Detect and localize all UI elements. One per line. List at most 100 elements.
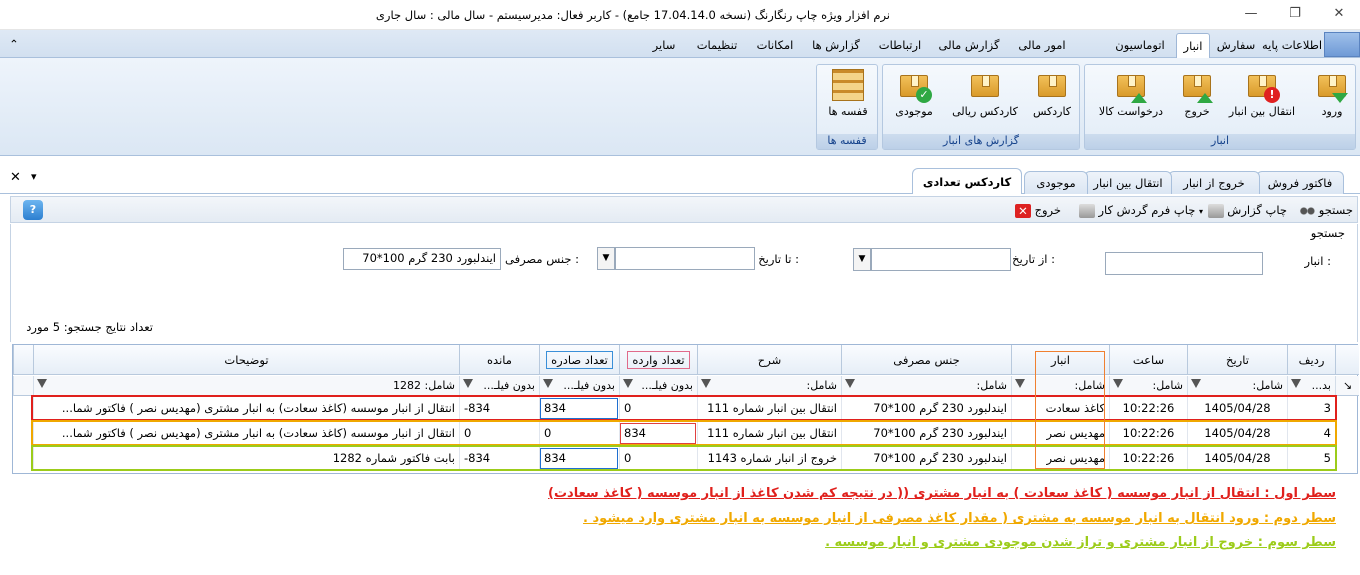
filter-icon[interactable] bbox=[623, 379, 633, 388]
filter-icon[interactable] bbox=[463, 379, 473, 388]
warehouse-label: انبار : bbox=[1304, 254, 1331, 268]
ribbon: ورود ! انتقال بین انبار خروج درخواست کال… bbox=[0, 58, 1360, 156]
close-tab-icon[interactable]: ✕ bbox=[10, 170, 21, 185]
row-highlight-box bbox=[31, 445, 1337, 471]
col-header-date[interactable]: تاریخ bbox=[1187, 345, 1287, 375]
tab-sales-invoice[interactable]: فاکتور فروش bbox=[1256, 171, 1344, 194]
filter-icon[interactable] bbox=[1291, 379, 1301, 388]
filter-label: شامل: bbox=[976, 379, 1008, 392]
search-label: جستجو bbox=[1318, 203, 1353, 217]
search-caption: جستجو bbox=[1310, 226, 1345, 240]
tab-warehouse-exit[interactable]: خروج از انبار bbox=[1168, 171, 1260, 194]
tab-menu-icon[interactable]: ▾ bbox=[31, 170, 37, 183]
col-header-description[interactable]: شرح bbox=[697, 345, 841, 375]
restore-button[interactable]: ❐ bbox=[1280, 4, 1310, 24]
menu-tab-settings[interactable]: تنظیمات bbox=[690, 33, 744, 58]
stock-button[interactable]: ✓ موجودی bbox=[889, 69, 939, 118]
minimize-button[interactable]: — bbox=[1236, 4, 1266, 24]
menu-tab-communications[interactable]: ارتباطات bbox=[872, 33, 928, 58]
shelves-label: قفسه ها bbox=[828, 105, 868, 118]
col-header-out-qty[interactable]: تعداد صادره bbox=[539, 345, 619, 375]
to-date-dropdown-icon[interactable]: ▼ bbox=[597, 247, 615, 270]
request-goods-button[interactable]: درخواست کالا bbox=[1089, 69, 1173, 118]
print-form-button[interactable]: چاپ فرم گردش کار ▾ bbox=[1076, 201, 1203, 219]
filter-icon[interactable] bbox=[1113, 379, 1123, 388]
material-input[interactable]: ایندلبورد 230 گرم 100*70 bbox=[343, 248, 501, 270]
search-button[interactable]: جستجو bbox=[1296, 201, 1353, 219]
printer-icon bbox=[1207, 203, 1224, 218]
menu-tab-finance[interactable]: امور مالی bbox=[1012, 33, 1072, 58]
ribbon-group-title: قفسه ها bbox=[817, 134, 877, 149]
kardex-rial-button[interactable]: کاردکس ریالی bbox=[945, 69, 1025, 118]
collapse-ribbon-icon[interactable]: ⌃ bbox=[6, 32, 22, 57]
filter-notes[interactable]: شامل: 1282 bbox=[33, 376, 459, 396]
kardex-rial-icon bbox=[969, 69, 1001, 101]
transfer-button[interactable]: ! انتقال بین انبار bbox=[1227, 69, 1297, 118]
menu-tab-warehouse[interactable]: انبار bbox=[1176, 33, 1210, 58]
kardex-icon bbox=[1036, 69, 1068, 101]
filter-time[interactable]: شامل: bbox=[1109, 376, 1187, 396]
filter-material[interactable]: شامل: bbox=[841, 376, 1011, 396]
filter-out-qty[interactable]: بدون فیلـ... bbox=[539, 376, 619, 396]
filter-icon[interactable] bbox=[845, 379, 855, 388]
col-header-row[interactable]: ردیف bbox=[1287, 345, 1335, 375]
menu-tab-reports[interactable]: گزارش ها bbox=[806, 33, 866, 58]
col-header-in-qty[interactable]: تعداد وارده bbox=[619, 345, 697, 375]
window-title: نرم افزار ویژه چاپ رنگارنگ (نسخه 17.04.1… bbox=[375, 8, 890, 22]
toolbar: ? جستجو چاپ گزارش چاپ فرم گردش کار ▾ ✕ خ… bbox=[10, 196, 1358, 223]
shelves-button[interactable]: قفسه ها bbox=[821, 69, 875, 118]
help-icon[interactable]: ? bbox=[23, 200, 43, 220]
binoculars-icon bbox=[1299, 203, 1316, 218]
col-header-notes[interactable]: توضیحات bbox=[33, 345, 459, 375]
filter-icon[interactable] bbox=[701, 379, 711, 388]
row-highlight-box bbox=[31, 420, 1337, 446]
filter-corner-icon[interactable]: ↘ bbox=[1335, 376, 1359, 396]
exit-button[interactable]: ✕ خروج bbox=[1012, 201, 1061, 219]
menu-tab-orders[interactable]: سفارش bbox=[1212, 33, 1260, 58]
note-line-1: سطر اول : انتقال از انبار موسسه ( کاغذ س… bbox=[548, 486, 1336, 501]
warehouse-enter-icon bbox=[1316, 69, 1348, 103]
app-menu-button[interactable] bbox=[1324, 32, 1360, 57]
close-window-button[interactable]: ✕ bbox=[1324, 4, 1354, 24]
to-date-input[interactable] bbox=[615, 247, 755, 270]
exit-x-icon: ✕ bbox=[1014, 203, 1031, 218]
filter-icon[interactable] bbox=[543, 379, 553, 388]
shelves-icon bbox=[832, 69, 864, 101]
filter-label: شامل: 1282 bbox=[393, 379, 455, 392]
filter-icon[interactable] bbox=[1015, 379, 1025, 388]
warehouse-transfer-icon: ! bbox=[1246, 69, 1280, 103]
print-report-button[interactable]: چاپ گزارش bbox=[1205, 201, 1287, 219]
from-date-label: از تاریخ : bbox=[1012, 252, 1055, 266]
tab-warehouse-transfer[interactable]: انتقال بین انبار bbox=[1084, 171, 1172, 194]
menu-tab-facilities[interactable]: امکانات bbox=[750, 33, 800, 58]
col-header-time[interactable]: ساعت bbox=[1109, 345, 1187, 375]
enter-button[interactable]: ورود bbox=[1311, 69, 1353, 118]
from-date-dropdown-icon[interactable]: ▼ bbox=[853, 248, 871, 271]
col-header-material[interactable]: جنس مصرفی bbox=[841, 345, 1011, 375]
menu-tab-base-info[interactable]: اطلاعات پایه bbox=[1262, 33, 1322, 58]
filter-balance[interactable]: بدون فیلـ... bbox=[459, 376, 539, 396]
exit-label: خروج bbox=[1034, 203, 1061, 217]
menu-tab-automation[interactable]: اتوماسیون bbox=[1108, 33, 1172, 58]
col-header-corner bbox=[1335, 345, 1359, 375]
exit-goods-label: خروج bbox=[1184, 105, 1210, 118]
exit-goods-button[interactable]: خروج bbox=[1179, 69, 1215, 118]
document-tabs: ✕ ▾ فاکتور فروش خروج از انبار انتقال بین… bbox=[0, 168, 1360, 194]
from-date-input[interactable] bbox=[871, 248, 1011, 271]
menu-tab-other[interactable]: سایر bbox=[644, 33, 684, 58]
out-qty-label: تعداد صادره bbox=[546, 351, 613, 369]
tab-kardex-count[interactable]: کاردکس تعدادی bbox=[912, 168, 1022, 194]
filter-in-qty[interactable]: بدون فیلـ... bbox=[619, 376, 697, 396]
filter-icon[interactable] bbox=[37, 379, 47, 388]
filter-description[interactable]: شامل: bbox=[697, 376, 841, 396]
tab-stock[interactable]: موجودی bbox=[1024, 171, 1088, 194]
menu-tab-finance-reports[interactable]: گزارش مالی bbox=[932, 33, 1006, 58]
kardex-button[interactable]: کاردکس bbox=[1029, 69, 1075, 118]
filter-icon[interactable] bbox=[1191, 379, 1201, 388]
filter-date[interactable]: شامل: bbox=[1187, 376, 1287, 396]
filter-row[interactable]: بد... bbox=[1287, 376, 1335, 396]
dropdown-arrow-icon[interactable]: ▾ bbox=[1199, 207, 1203, 216]
warehouse-input[interactable] bbox=[1105, 252, 1263, 275]
filter-label: شامل: bbox=[1152, 379, 1184, 392]
col-header-balance[interactable]: مانده bbox=[459, 345, 539, 375]
